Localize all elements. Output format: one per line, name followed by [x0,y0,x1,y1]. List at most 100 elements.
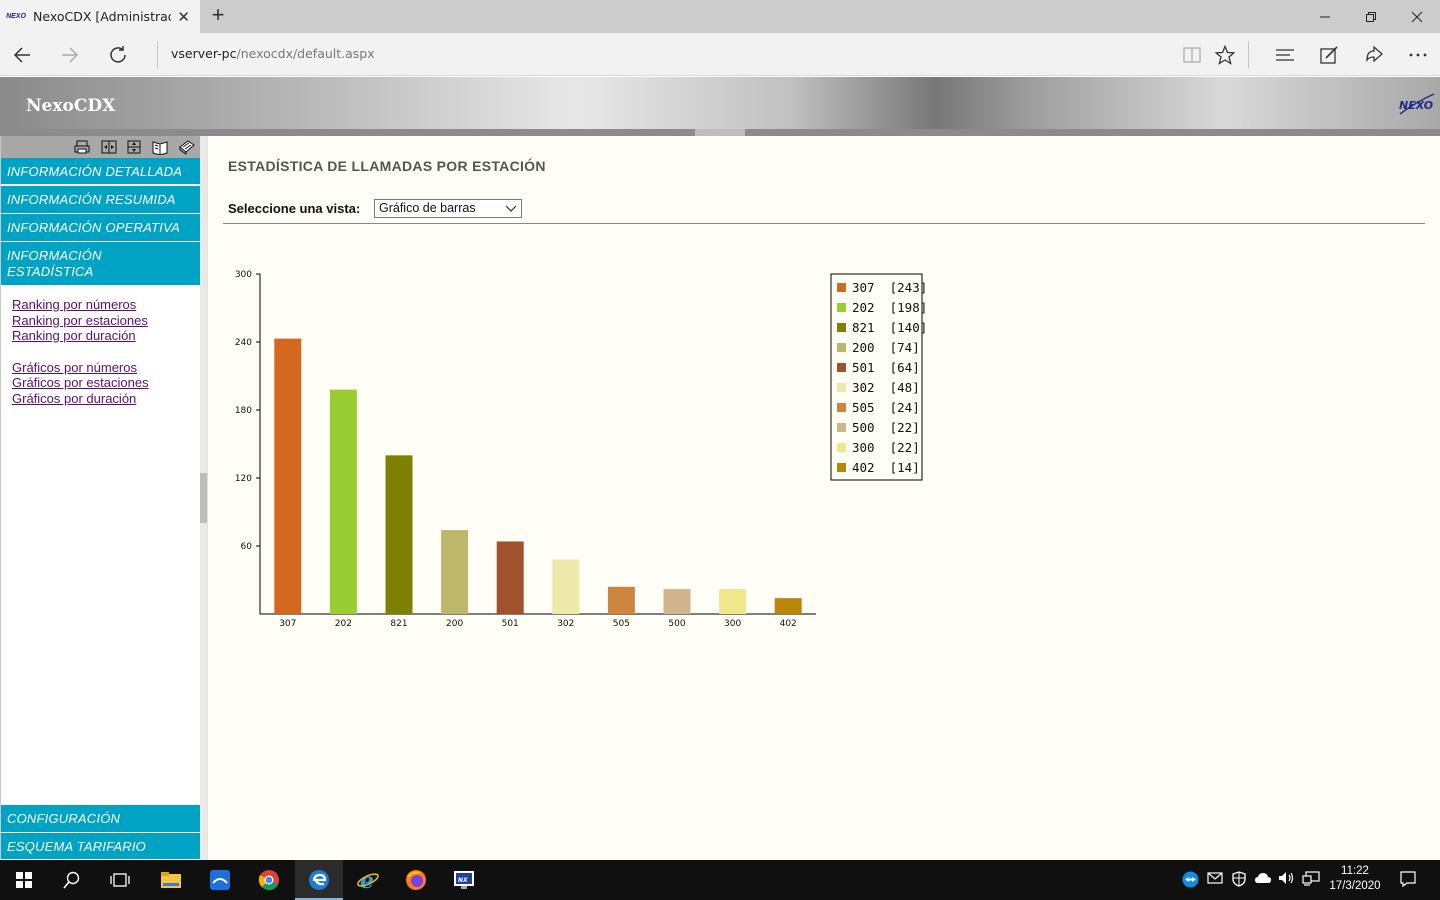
internet-explorer-button[interactable]: e [344,860,392,900]
favorite-button[interactable] [1211,41,1239,69]
chrome-icon [258,870,279,891]
svg-text:e: e [360,869,374,891]
bar [774,598,802,614]
bar [607,586,635,614]
start-button[interactable] [0,860,48,900]
tab-title: NexoCDX [Administrado [33,9,171,24]
close-window-button[interactable] [1394,0,1440,33]
menu-informacion-operativa[interactable]: INFORMACIÓN OPERATIVA [1,214,200,242]
link-ranking-por-duracion[interactable]: Ranking por duración [12,328,136,343]
legend-entry: 505 [24] [852,400,920,415]
expand-vertical-icon[interactable] [125,138,143,156]
link-ranking-por-numeros[interactable]: Ranking por números [12,297,136,312]
bar [441,530,469,614]
window-app-icon [210,870,230,890]
url-path: /nexocdx/default.aspx [236,46,375,61]
reading-view-button[interactable] [1178,41,1206,69]
mail-tray-icon[interactable] [1207,871,1223,888]
splitter-handle[interactable] [200,473,207,523]
bar [552,559,580,614]
browser-tab-strip: NEXO NexoCDX [Administrado ✕ + [0,0,1440,33]
forward-arrow-icon [62,47,79,63]
bar [663,589,691,614]
legend-swatch [837,303,846,312]
legend-entry: 821 [140] [852,320,927,335]
share-button[interactable] [1360,41,1388,69]
notifications-tray-icon[interactable] [1399,870,1417,891]
menu-informacion-detallada[interactable]: INFORMACIÓN DETALLADA [1,158,200,185]
legend-entry: 202 [198] [852,300,927,315]
search-button[interactable] [48,860,96,900]
menu-label: INFORMACIÓN OPERATIVA [7,220,180,235]
legend-swatch [837,343,846,352]
onedrive-tray-icon[interactable] [1254,871,1272,888]
edge-button[interactable] [295,860,343,900]
y-tick-label: 180 [235,406,252,416]
edge-icon [309,870,329,890]
page-title: ESTADÍSTICA DE LLAMADAS POR ESTACIÓN [228,158,546,174]
legend-entry: 500 [22] [852,420,920,435]
task-view-button[interactable] [96,860,144,900]
clock-time: 11:22 [1341,865,1369,877]
menu-informacion-resumida[interactable]: INFORMACIÓN RESUMIDA [1,186,200,214]
menu-label: ESQUEMA TARIFARIO [7,838,146,854]
minimize-button[interactable] [1302,0,1348,33]
edit-document-icon[interactable] [178,138,196,156]
url-separator [157,41,158,69]
taskbar-clock[interactable]: 11:22 17/3/2020 [1326,864,1384,894]
remote-desktop-button[interactable]: NX [440,860,488,900]
browser-tab[interactable]: NEXO NexoCDX [Administrado ✕ [0,0,200,33]
internet-explorer-icon: e [357,869,379,891]
bar [496,541,524,614]
hub-button[interactable] [1271,41,1299,69]
print-icon[interactable] [73,138,91,156]
link-graficos-por-estaciones[interactable]: Gráficos por estaciones [12,375,149,390]
tab-close-icon[interactable]: ✕ [177,8,190,26]
view-label: Seleccione una vista: [228,201,361,216]
link-ranking-por-estaciones[interactable]: Ranking por estaciones [12,313,148,328]
book-export-icon[interactable] [151,138,169,156]
file-explorer-button[interactable] [147,860,195,900]
link-graficos-por-duracion[interactable]: Gráficos por duración [12,391,136,406]
expand-horizontal-icon[interactable] [100,138,118,156]
new-tab-button[interactable]: + [206,4,230,28]
network-tray-icon[interactable] [1302,871,1320,890]
folder-icon [161,872,181,888]
pen-note-icon [1320,46,1338,64]
nexo-logo-text: NEXO [1399,99,1433,112]
legend-swatch [837,463,846,472]
restore-button[interactable] [1348,0,1394,33]
app-button-blue[interactable] [196,860,244,900]
windows-logo-icon [16,872,32,888]
firefox-button[interactable] [392,860,440,900]
bar [719,589,747,614]
x-tick-label: 200 [446,619,463,629]
y-tick-label: 300 [235,270,252,280]
task-view-icon [110,873,130,887]
defender-tray-icon[interactable] [1231,871,1247,890]
url-field[interactable]: vserver-pc/nexocdx/default.aspx [171,46,375,61]
menu-informacion-estadistica[interactable]: INFORMACIÓN ESTADÍSTICA [1,242,200,286]
view-select[interactable]: Gráfico de barras [374,199,522,218]
x-tick-label: 307 [279,619,296,629]
star-icon [1215,45,1235,65]
teamviewer-tray-icon[interactable] [1182,871,1199,891]
header-bottom-bar [0,129,1440,136]
web-note-button[interactable] [1315,41,1343,69]
legend-swatch [837,423,846,432]
bar-chart: 60 120 180 240 300 307 202 821 200 501 302 505 500 30… [235,270,927,629]
chrome-button[interactable] [245,860,293,900]
menu-esquema-tarifario[interactable]: ESQUEMA TARIFARIO [1,833,200,860]
app-header: NexoCDX NEXO [0,77,1440,129]
menu-label: CONFIGURACIÓN [7,811,121,826]
sidebar-splitter[interactable] [200,136,207,860]
more-button[interactable] [1404,41,1432,69]
back-button[interactable] [8,41,36,69]
forward-button[interactable] [56,41,84,69]
refresh-button[interactable] [104,41,132,69]
volume-tray-icon[interactable] [1278,871,1296,888]
legend-entry: 307 [243] [852,280,927,295]
header-notch [695,129,745,136]
link-graficos-por-numeros[interactable]: Gráficos por números [12,360,137,375]
menu-configuracion[interactable]: CONFIGURACIÓN [1,805,200,833]
